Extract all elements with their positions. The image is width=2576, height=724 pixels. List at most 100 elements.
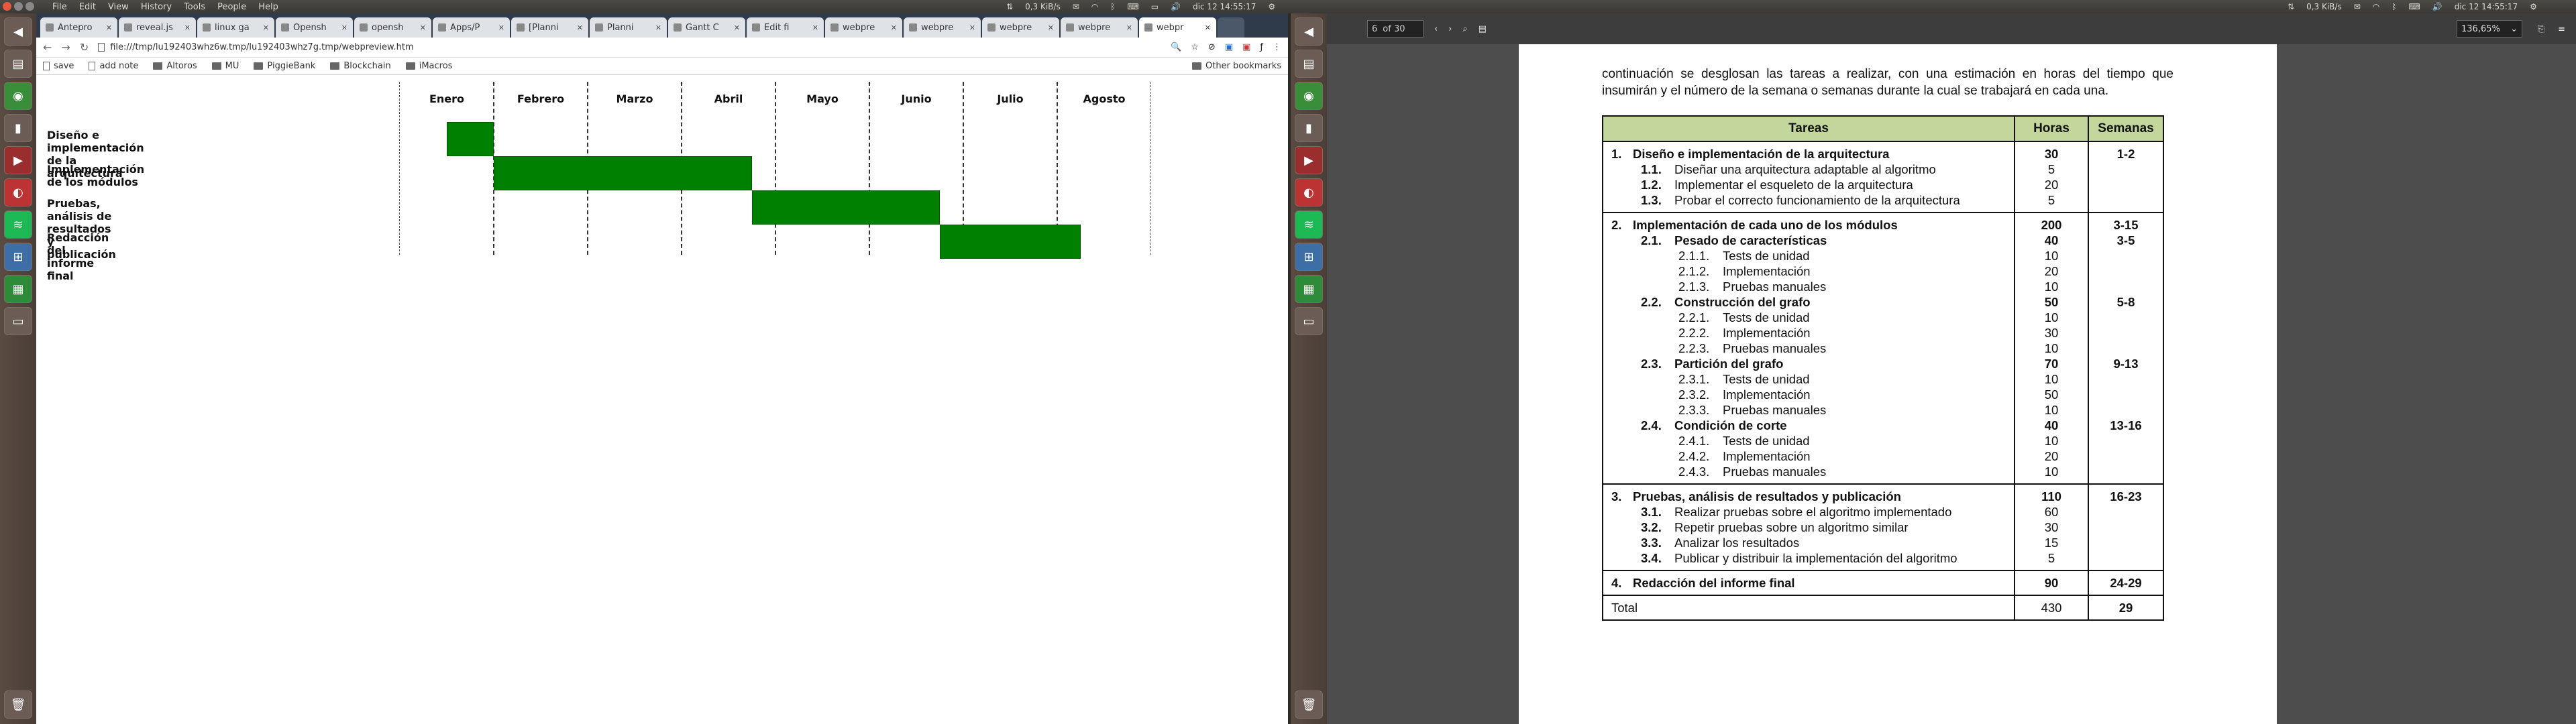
drive-icon[interactable]: ▭ bbox=[1295, 307, 1323, 335]
spreadsheet-icon[interactable]: ▦ bbox=[1295, 275, 1323, 303]
spotify-icon[interactable]: ≋ bbox=[4, 210, 32, 239]
chrome-icon[interactable]: ◉ bbox=[1295, 82, 1323, 110]
close-tab-icon[interactable]: ✕ bbox=[1205, 23, 1211, 32]
terminal-icon[interactable]: ▮ bbox=[4, 114, 32, 142]
menu-icon[interactable]: ≡ bbox=[2558, 24, 2565, 34]
close-tab-icon[interactable]: ✕ bbox=[734, 23, 740, 32]
page-selector[interactable]: 6 of 30 bbox=[1367, 20, 1424, 38]
trash-icon[interactable]: 🗑 bbox=[1295, 690, 1323, 719]
bookmark-item[interactable]: PiggieBank bbox=[254, 61, 315, 71]
browser-tab[interactable]: [Planni ✕ bbox=[511, 17, 588, 38]
other-bookmarks[interactable]: Other bookmarks bbox=[1191, 61, 1281, 71]
drive-icon[interactable]: ▭ bbox=[4, 307, 32, 335]
menu-item[interactable]: Tools bbox=[184, 2, 205, 12]
back-icon[interactable]: ◀ bbox=[1295, 17, 1323, 46]
browser-tab[interactable]: Edit fi ✕ bbox=[747, 17, 824, 38]
zoom-selector[interactable]: 136,65% ⌄ bbox=[2457, 20, 2522, 38]
settings-icon[interactable]: ⚙ bbox=[1268, 2, 1275, 11]
app-icon[interactable]: ◐ bbox=[4, 178, 32, 206]
bookmark-icon[interactable]: ⎘ bbox=[2538, 24, 2544, 34]
browser-tab[interactable]: linux ga ✕ bbox=[197, 17, 274, 38]
browser-tab[interactable]: webpre ✕ bbox=[982, 17, 1059, 38]
maximize-window-icon[interactable] bbox=[25, 2, 34, 11]
spotify-icon[interactable]: ≋ bbox=[1295, 210, 1323, 239]
files-icon[interactable]: ▤ bbox=[1295, 50, 1323, 78]
close-tab-icon[interactable]: ✕ bbox=[577, 23, 583, 32]
menu-item[interactable]: People bbox=[217, 2, 246, 12]
zoom-icon[interactable]: 🔍 bbox=[1171, 42, 1181, 52]
browser-tab[interactable]: Planni ✕ bbox=[590, 17, 667, 38]
browser-tab[interactable]: webpr ✕ bbox=[1139, 17, 1216, 38]
new-tab-button[interactable] bbox=[1218, 17, 1244, 38]
spreadsheet-icon[interactable]: ▦ bbox=[4, 275, 32, 303]
window-buttons[interactable] bbox=[3, 2, 34, 11]
menu-item[interactable]: File bbox=[52, 2, 67, 12]
back-button[interactable]: ← bbox=[43, 41, 52, 54]
close-tab-icon[interactable]: ✕ bbox=[498, 23, 504, 32]
menu-item[interactable]: Edit bbox=[79, 2, 96, 12]
network-icon[interactable]: ⇅ bbox=[1006, 2, 1013, 11]
clock[interactable]: dic 12 14:55:17 bbox=[2455, 2, 2518, 11]
next-page-icon[interactable]: › bbox=[1448, 24, 1452, 34]
bookmark-item[interactable]: Altoros bbox=[153, 61, 197, 71]
browser-tab[interactable]: Opensh ✕ bbox=[276, 17, 353, 38]
menu-item[interactable]: View bbox=[108, 2, 129, 12]
close-tab-icon[interactable]: ✕ bbox=[420, 23, 426, 32]
keyboard-icon[interactable]: ⌨ bbox=[1127, 2, 1138, 11]
close-tab-icon[interactable]: ✕ bbox=[969, 23, 975, 32]
search-icon[interactable]: ⌕ bbox=[1462, 24, 1467, 34]
sidebar-icon[interactable]: ▤ bbox=[1479, 24, 1487, 34]
browser-tab[interactable]: webpre ✕ bbox=[1061, 17, 1138, 38]
app-icon[interactable]: ◐ bbox=[1295, 178, 1323, 206]
mail-icon[interactable]: ✉ bbox=[1073, 2, 1079, 11]
browser-tab[interactable]: reveal.js ✕ bbox=[119, 17, 196, 38]
keyboard-icon[interactable]: ⌨ bbox=[2408, 2, 2420, 11]
files-icon[interactable]: ▤ bbox=[4, 50, 32, 78]
browser-tab[interactable]: webpre ✕ bbox=[825, 17, 902, 38]
close-tab-icon[interactable]: ✕ bbox=[184, 23, 191, 32]
page-input[interactable]: 6 bbox=[1372, 24, 1377, 34]
media-icon[interactable]: ▶ bbox=[4, 146, 32, 174]
wifi-icon[interactable]: ◠ bbox=[2373, 2, 2379, 11]
close-tab-icon[interactable]: ✕ bbox=[341, 23, 347, 32]
menu-icon[interactable]: ⋮ bbox=[1273, 42, 1281, 52]
close-tab-icon[interactable]: ✕ bbox=[1126, 23, 1132, 32]
extension-icon[interactable]: ⊘ bbox=[1208, 42, 1216, 52]
bookmark-item[interactable]: add note bbox=[89, 61, 138, 71]
wifi-icon[interactable]: ◠ bbox=[1091, 2, 1098, 11]
terminal-icon[interactable]: ▮ bbox=[1295, 114, 1323, 142]
close-tab-icon[interactable]: ✕ bbox=[1048, 23, 1054, 32]
browser-tab[interactable]: webpre ✕ bbox=[904, 17, 981, 38]
settings-icon[interactable]: ⚙ bbox=[2530, 2, 2537, 11]
chrome-icon[interactable]: ◉ bbox=[4, 82, 32, 110]
bluetooth-icon[interactable]: ᛒ bbox=[2392, 2, 2396, 11]
clock[interactable]: dic 12 14:55:17 bbox=[1193, 2, 1256, 11]
address-bar[interactable]: file:///tmp/lu192403whz6w.tmp/lu192403wh… bbox=[98, 40, 1161, 56]
bookmark-item[interactable]: MU bbox=[211, 61, 239, 71]
bookmark-item[interactable]: save bbox=[43, 61, 74, 71]
back-icon[interactable]: ◀ bbox=[4, 17, 32, 46]
network-icon[interactable]: ⇅ bbox=[2288, 2, 2294, 11]
star-icon[interactable]: ☆ bbox=[1191, 42, 1199, 52]
browser-tab[interactable]: Antepro ✕ bbox=[40, 17, 117, 38]
close-tab-icon[interactable]: ✕ bbox=[263, 23, 269, 32]
trash-icon[interactable]: 🗑 bbox=[4, 690, 32, 719]
close-tab-icon[interactable]: ✕ bbox=[812, 23, 818, 32]
url-text[interactable]: file:///tmp/lu192403whz6w.tmp/lu192403wh… bbox=[110, 42, 413, 52]
mail-icon[interactable]: ✉ bbox=[2354, 2, 2361, 11]
remote-desktop-icon[interactable]: ⊞ bbox=[1295, 243, 1323, 271]
battery-icon[interactable]: ▭ bbox=[1151, 2, 1159, 11]
volume-icon[interactable]: 🔊 bbox=[1171, 2, 1181, 11]
bluetooth-icon[interactable]: ᛒ bbox=[1110, 2, 1115, 11]
bookmark-item[interactable]: Blockchain bbox=[330, 61, 391, 71]
reload-button[interactable]: ↻ bbox=[80, 41, 89, 54]
close-tab-icon[interactable]: ✕ bbox=[655, 23, 661, 32]
volume-icon[interactable]: 🔊 bbox=[2432, 2, 2443, 11]
remote-desktop-icon[interactable]: ⊞ bbox=[4, 243, 32, 271]
close-window-icon[interactable] bbox=[3, 2, 11, 11]
browser-tab[interactable]: Apps/P ✕ bbox=[433, 17, 510, 38]
browser-tab[interactable]: opensh ✕ bbox=[354, 17, 431, 38]
forward-button[interactable]: → bbox=[61, 41, 70, 54]
minimize-window-icon[interactable] bbox=[14, 2, 23, 11]
close-tab-icon[interactable]: ✕ bbox=[106, 23, 112, 32]
